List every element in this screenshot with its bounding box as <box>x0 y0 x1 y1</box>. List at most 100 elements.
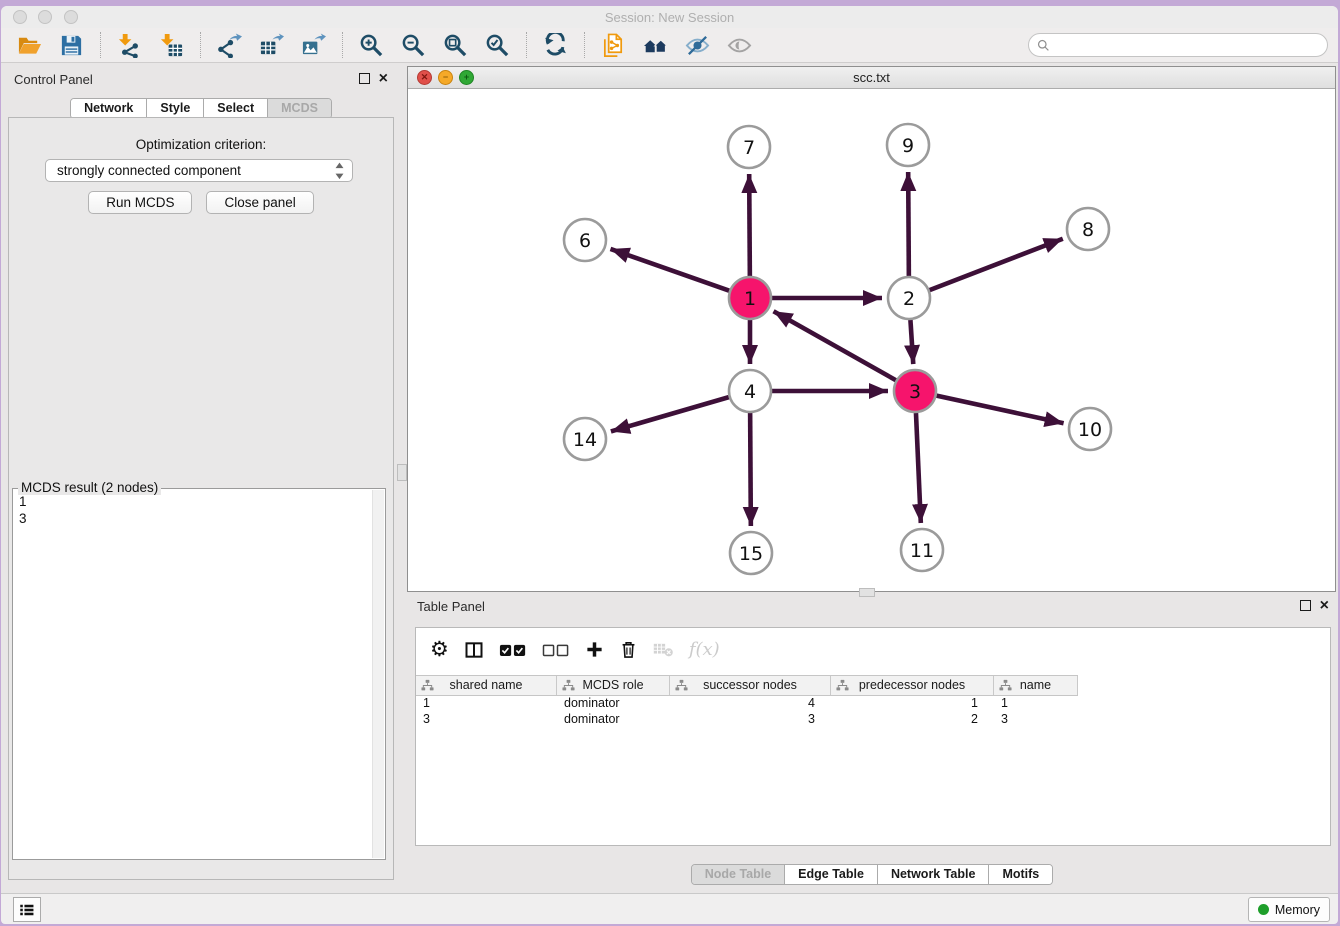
cell-shared-name[interactable]: 1 <box>416 695 557 711</box>
cell-MCDS-role[interactable]: dominator <box>557 711 670 727</box>
cell-predecessor-nodes[interactable]: 2 <box>831 711 994 727</box>
hide-selected-button[interactable] <box>684 32 711 59</box>
cell-MCDS-role[interactable]: dominator <box>557 695 670 711</box>
status-bar: Memory <box>1 893 1338 924</box>
column-header-MCDS-role[interactable]: MCDS role <box>557 676 670 695</box>
zoom-out-button[interactable] <box>400 32 427 59</box>
first-neighbors-button[interactable] <box>642 32 669 59</box>
attribute-options-button[interactable]: ⚙ <box>430 637 449 663</box>
zoom-in-button[interactable] <box>358 32 385 59</box>
optimization-select[interactable]: strongly connected component <box>45 159 353 182</box>
main-toolbar <box>1 28 1338 63</box>
save-session-button[interactable] <box>58 32 85 59</box>
cell-successor-nodes[interactable]: 4 <box>670 695 831 711</box>
open-file-button[interactable] <box>16 32 43 59</box>
show-all-button[interactable] <box>726 32 753 59</box>
node-3-dominator[interactable]: 3 <box>894 370 936 412</box>
column-header-predecessor-nodes[interactable]: predecessor nodes <box>831 676 994 695</box>
create-column-button[interactable] <box>585 637 604 663</box>
node-15[interactable]: 15 <box>730 532 772 574</box>
table-row-1[interactable]: 1dominator411 <box>416 695 1330 711</box>
node-14[interactable]: 14 <box>564 418 606 460</box>
refresh-view-button[interactable] <box>542 32 569 59</box>
edge-1-7[interactable] <box>749 174 750 276</box>
column-label: MCDS role <box>557 678 669 692</box>
column-header-shared-name[interactable]: shared name <box>416 676 557 695</box>
table-tab-edge-table[interactable]: Edge Table <box>784 865 877 884</box>
select-stepper-icon <box>334 161 345 181</box>
toolbar-separator <box>526 32 527 58</box>
cell-predecessor-nodes[interactable]: 1 <box>831 695 994 711</box>
node-10[interactable]: 10 <box>1069 408 1111 450</box>
node-1-dominator[interactable]: 1 <box>729 277 771 319</box>
node-7[interactable]: 7 <box>728 126 770 168</box>
edge-4-15[interactable] <box>750 413 751 526</box>
node-8[interactable]: 8 <box>1067 208 1109 250</box>
node-4[interactable]: 4 <box>729 370 771 412</box>
table-tab-network-table[interactable]: Network Table <box>877 865 989 884</box>
export-network-button[interactable] <box>216 32 243 59</box>
column-header-name[interactable]: name <box>994 676 1078 695</box>
cell-name[interactable]: 3 <box>994 711 1078 727</box>
table-row-2[interactable]: 3dominator323 <box>416 711 1330 727</box>
close-panel-icon[interactable]: × <box>379 74 388 84</box>
column-header-successor-nodes[interactable]: successor nodes <box>670 676 831 695</box>
window-title-bar: Session: New Session <box>1 6 1338 29</box>
cell-successor-nodes[interactable]: 3 <box>670 711 831 727</box>
zoom-fit-button[interactable] <box>442 32 469 59</box>
float-panel-icon[interactable] <box>359 73 370 84</box>
search-input[interactable] <box>1055 37 1327 54</box>
table-tab-motifs[interactable]: Motifs <box>988 865 1052 884</box>
toolbar-separator <box>342 32 343 58</box>
table-close-panel-icon[interactable]: × <box>1320 601 1329 611</box>
unselect-all-columns-button[interactable] <box>542 637 570 663</box>
vertical-splitter-handle[interactable] <box>397 464 407 481</box>
memory-button[interactable]: Memory <box>1248 897 1330 922</box>
node-table: ⚙ f(x) shared nameMCDS rolesuccessor node… <box>415 627 1331 846</box>
edge-2-9[interactable] <box>908 172 909 276</box>
tab-mcds[interactable]: MCDS <box>267 99 331 118</box>
function-builder-button[interactable]: f(x) <box>689 637 720 663</box>
export-table-button[interactable] <box>258 32 285 59</box>
edge-3-10[interactable] <box>936 396 1063 424</box>
cell-name[interactable]: 1 <box>994 695 1078 711</box>
cell-shared-name[interactable]: 3 <box>416 711 557 727</box>
import-network-button[interactable] <box>116 32 143 59</box>
select-all-columns-button[interactable] <box>499 637 527 663</box>
mcds-result-text[interactable]: 1 3 <box>19 493 369 855</box>
column-label: successor nodes <box>670 678 830 692</box>
node-2[interactable]: 2 <box>888 277 930 319</box>
edge-4-14[interactable] <box>611 397 729 431</box>
network-canvas[interactable]: 7 9 6 8 1 2 4 3 14 10 15 11 <box>408 89 1335 592</box>
close-panel-button[interactable]: Close panel <box>206 191 313 214</box>
node-9[interactable]: 9 <box>887 124 929 166</box>
edge-1-6[interactable] <box>610 249 729 291</box>
result-scrollbar[interactable] <box>372 490 384 858</box>
delete-table-button[interactable] <box>653 637 674 663</box>
table-float-panel-icon[interactable] <box>1300 600 1311 611</box>
node-6[interactable]: 6 <box>564 219 606 261</box>
tab-network[interactable]: Network <box>71 99 146 118</box>
memory-label: Memory <box>1275 903 1320 917</box>
edge-2-3[interactable] <box>910 320 913 364</box>
svg-text:8: 8 <box>1082 219 1094 241</box>
tab-select[interactable]: Select <box>203 99 267 118</box>
table-tab-node-table[interactable]: Node Table <box>692 865 784 884</box>
optimization-label: Optimization criterion: <box>9 137 393 152</box>
toolbar-icons <box>1 32 753 59</box>
horizontal-splitter-handle[interactable] <box>859 588 875 597</box>
search-box[interactable] <box>1028 33 1328 57</box>
edge-3-1[interactable] <box>774 311 896 380</box>
split-panel-button[interactable] <box>464 637 484 663</box>
import-table-button[interactable] <box>158 32 185 59</box>
clone-network-button[interactable] <box>600 32 627 59</box>
zoom-selected-button[interactable] <box>484 32 511 59</box>
task-history-button[interactable] <box>13 897 41 922</box>
delete-columns-button[interactable] <box>619 637 638 663</box>
export-image-button[interactable] <box>300 32 327 59</box>
node-11[interactable]: 11 <box>901 529 943 571</box>
edge-2-8[interactable] <box>930 239 1063 290</box>
edge-3-11[interactable] <box>916 413 921 523</box>
run-mcds-button[interactable]: Run MCDS <box>88 191 192 214</box>
tab-style[interactable]: Style <box>146 99 203 118</box>
